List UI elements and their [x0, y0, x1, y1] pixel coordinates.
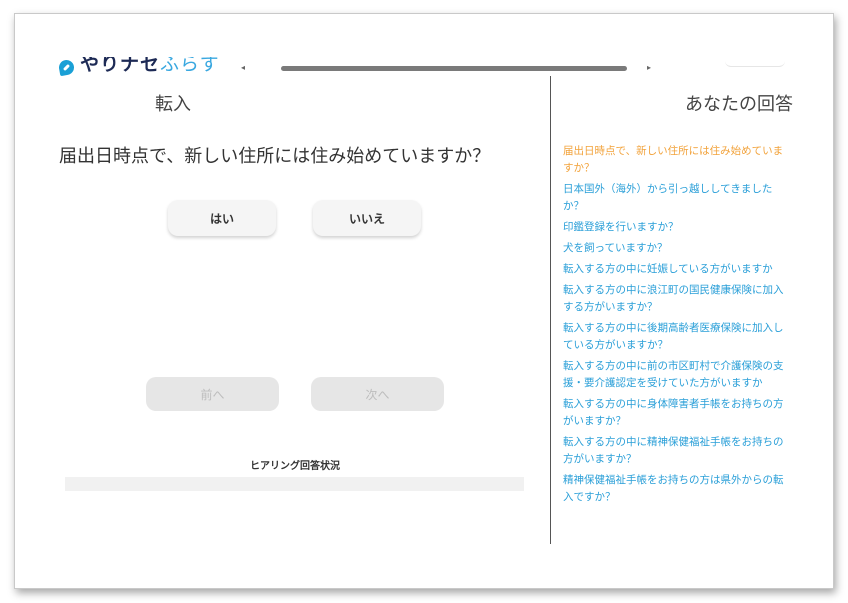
hearing-status-label: ヒアリング回答状況: [250, 461, 340, 472]
logo: やりナセふらす: [59, 57, 220, 77]
hearing-status-bar: [65, 477, 524, 491]
answers-list: 届出日時点で、新しい住所には住み始めていますか？ 日本国外（海外）から引っ越しし…: [563, 143, 789, 510]
pane-divider: [550, 76, 551, 544]
app-window: やりナセふらす ◂ ▸ 転入 届出日時点で、新しい住所には住み始めていますか？ …: [14, 13, 834, 589]
horizontal-scrollbar[interactable]: ◂ ▸: [241, 62, 651, 74]
scroll-left-icon[interactable]: ◂: [241, 62, 245, 74]
answers-title: あなたの回答: [685, 94, 793, 115]
answer-item[interactable]: 印鑑登録を行いますか？: [563, 219, 789, 236]
scrollbar-thumb[interactable]: [281, 66, 627, 71]
answer-item[interactable]: 転入する方の中に精神保健福祉手帳をお持ちの方がいますか？: [563, 434, 789, 468]
answer-item[interactable]: 転入する方の中に妊娠している方がいますか: [563, 261, 789, 278]
no-button[interactable]: いいえ: [313, 200, 421, 236]
answer-item[interactable]: 転入する方の中に前の市区町村で介護保険の支援・要介護認定を受けていた方がいますか: [563, 358, 789, 392]
answer-item[interactable]: 転入する方の中に浪江町の国民健康保険に加入する方がいますか？: [563, 282, 789, 316]
answer-item[interactable]: 精神保健福祉手帳をお持ちの方は県外からの転入ですか？: [563, 472, 789, 506]
answer-item[interactable]: 転入する方の中に後期高齢者医療保険に加入している方がいますか？: [563, 320, 789, 354]
scroll-right-icon[interactable]: ▸: [647, 62, 651, 74]
logo-text: やりナセふらす: [80, 57, 220, 75]
answer-item[interactable]: 届出日時点で、新しい住所には住み始めていますか？: [563, 143, 789, 177]
answer-item[interactable]: 転入する方の中に身体障害者手帳をお持ちの方がいますか？: [563, 396, 789, 430]
section-title: 転入: [155, 94, 191, 115]
prev-button[interactable]: 前へ: [146, 377, 279, 411]
next-button[interactable]: 次へ: [311, 377, 444, 411]
header-control[interactable]: [725, 56, 785, 67]
yes-button[interactable]: はい: [168, 200, 276, 236]
question-text: 届出日時点で、新しい住所には住み始めていますか？: [59, 146, 491, 167]
answer-item[interactable]: 犬を飼っていますか？: [563, 240, 789, 257]
pen-logo-icon: [59, 58, 76, 76]
answer-item[interactable]: 日本国外（海外）から引っ越ししてきましたか？: [563, 181, 789, 215]
